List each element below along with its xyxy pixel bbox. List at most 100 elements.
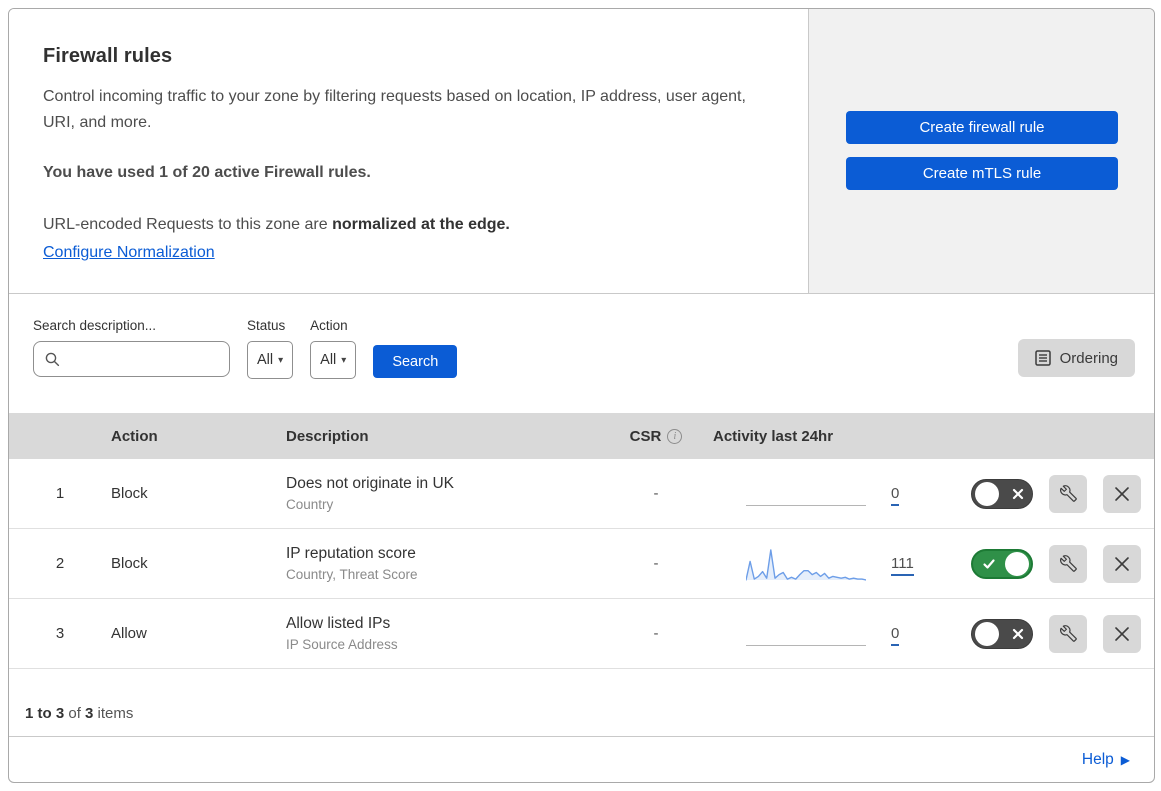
rule-description: Allow listed IPs [286, 615, 391, 632]
close-icon [1114, 556, 1130, 572]
normalization-prefix: URL-encoded Requests to this zone are [43, 215, 333, 233]
rule-description-cell: Allow listed IPs IP Source Address [286, 615, 606, 652]
check-icon [982, 557, 996, 571]
firewall-rules-panel: Firewall rules Control incoming traffic … [8, 8, 1155, 783]
rule-action: Block [111, 485, 148, 502]
header-description: Description [286, 427, 369, 445]
ordering-button[interactable]: Ordering [1017, 339, 1135, 377]
rule-criteria: Country, Threat Score [286, 567, 418, 582]
rule-enabled-toggle[interactable] [971, 478, 1033, 509]
table-header: Action Description CSR i Activity last 2… [9, 413, 1154, 459]
edit-rule-button[interactable] [1049, 544, 1087, 583]
top-section: Firewall rules Control incoming traffic … [9, 9, 1154, 294]
activity-flatline [746, 482, 866, 506]
search-input[interactable] [68, 342, 249, 376]
wrench-icon [1059, 625, 1077, 642]
rule-criteria: Country [286, 497, 334, 512]
edit-rule-button[interactable] [1049, 614, 1087, 653]
rule-action: Block [111, 555, 148, 572]
rule-priority: 3 [55, 625, 65, 642]
toggle-knob [975, 621, 999, 646]
wrench-icon [1059, 485, 1077, 502]
rule-description: IP reputation score [286, 545, 416, 562]
rule-description: Does not originate in UK [286, 475, 455, 492]
table-row: 1 Block Does not originate in UK Country… [9, 459, 1154, 529]
activity-count-link[interactable]: 0 [891, 624, 900, 646]
activity-count-link[interactable]: 0 [891, 484, 900, 506]
table-row: 2 Block IP reputation score Country, Thr… [9, 529, 1154, 599]
delete-rule-button[interactable] [1103, 614, 1141, 653]
usage-summary: You have used 1 of 20 active Firewall ru… [43, 163, 371, 181]
create-firewall-rule-button[interactable]: Create firewall rule [846, 111, 1118, 144]
activity-count-cell: 0 [881, 484, 966, 506]
chevron-down-icon: ▾ [341, 354, 347, 366]
help-link-label: Help [1081, 750, 1114, 768]
search-input-box[interactable] [33, 341, 249, 377]
header-csr-label: CSR [629, 427, 662, 445]
header-action: Action [111, 427, 158, 445]
delete-rule-button[interactable] [1103, 544, 1141, 583]
status-filter-label: Status [247, 318, 286, 333]
close-icon [1114, 626, 1130, 642]
delete-rule-button[interactable] [1103, 474, 1141, 513]
activity-sparkline-cell [706, 482, 881, 506]
rule-enabled-toggle[interactable] [971, 618, 1033, 649]
header-csr: CSR i [606, 428, 706, 445]
items-text: items [93, 705, 134, 722]
activity-flatline [746, 622, 866, 646]
rule-controls [966, 614, 1154, 653]
x-icon [1012, 488, 1024, 500]
ordering-button-label: Ordering [1059, 349, 1118, 367]
toggle-knob [1005, 551, 1029, 576]
action-filter-label: Action [310, 318, 348, 333]
normalization-note: URL-encoded Requests to this zone are no… [43, 212, 763, 238]
rule-controls [966, 544, 1154, 583]
info-icon[interactable]: i [667, 428, 683, 444]
edit-rule-button[interactable] [1049, 474, 1087, 513]
filter-toolbar: Search description... Status All ▾ Actio… [9, 294, 1154, 413]
help-bar: Help ▶ [9, 736, 1154, 782]
status-filter-value: All [257, 352, 274, 368]
rule-csr: - [653, 485, 659, 502]
action-filter-value: All [320, 352, 337, 368]
activity-count-link[interactable]: 111 [891, 554, 914, 576]
close-icon [1114, 486, 1130, 502]
rule-priority: 2 [55, 555, 65, 572]
list-document-icon [1034, 350, 1051, 366]
rule-description-cell: IP reputation score Country, Threat Scor… [286, 545, 606, 582]
status-filter-select[interactable]: All ▾ [247, 341, 294, 379]
rule-csr: - [653, 555, 659, 572]
header-activity: Activity last 24hr [713, 427, 834, 445]
of-text: of [64, 705, 86, 722]
activity-count-cell: 111 [881, 554, 966, 576]
page-description: Control incoming traffic to your zone by… [43, 88, 746, 131]
search-icon [45, 352, 60, 367]
rule-description-cell: Does not originate in UK Country [286, 475, 606, 512]
intro-card: Firewall rules Control incoming traffic … [9, 9, 809, 293]
rule-csr: - [653, 625, 659, 642]
search-button[interactable]: Search [373, 345, 458, 378]
create-mtls-rule-button[interactable]: Create mTLS rule [846, 157, 1118, 190]
table-row: 3 Allow Allow listed IPs IP Source Addre… [9, 599, 1154, 669]
side-action-panel: Create firewall rule Create mTLS rule [809, 9, 1154, 293]
pagination-summary: 1 to 3 of 3 items [9, 669, 1154, 736]
activity-sparkline-cell [706, 546, 881, 582]
wrench-icon [1059, 555, 1077, 572]
help-link[interactable]: Help ▶ [1082, 751, 1130, 769]
configure-normalization-link[interactable]: Configure Normalization [43, 244, 215, 262]
rule-criteria: IP Source Address [286, 637, 398, 652]
rule-priority: 1 [55, 485, 65, 502]
rule-enabled-toggle[interactable] [971, 548, 1033, 579]
x-icon [1012, 628, 1024, 640]
rule-action: Allow [111, 625, 147, 642]
toggle-knob [975, 481, 999, 506]
range-text: 1 to 3 [25, 705, 65, 722]
activity-sparkline-cell [706, 622, 881, 646]
search-label: Search description... [33, 318, 157, 333]
page-title: Firewall rules [43, 45, 173, 67]
activity-count-cell: 0 [881, 624, 966, 646]
arrow-right-icon: ▶ [1120, 752, 1130, 767]
action-filter-select[interactable]: All ▾ [310, 341, 357, 379]
rule-controls [966, 474, 1154, 513]
activity-sparkline [746, 548, 866, 581]
